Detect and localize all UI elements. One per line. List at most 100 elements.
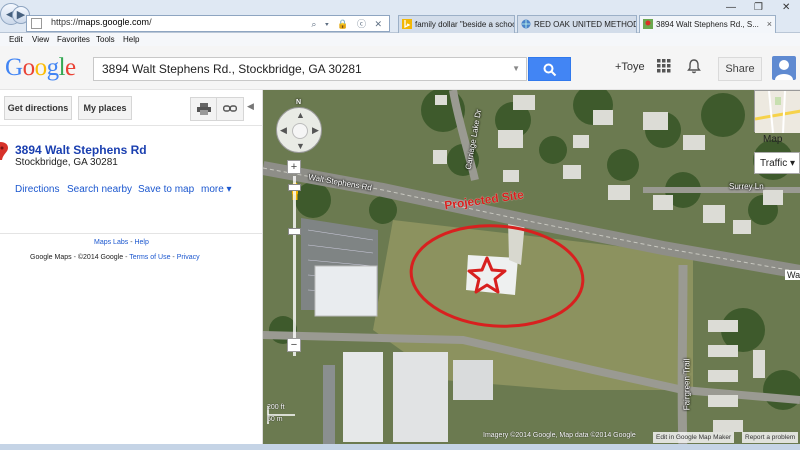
road-label-fairgreen-trail: Fairgreen Trail	[682, 358, 692, 411]
url-text[interactable]: https://maps.google.com/	[51, 17, 152, 27]
zoom-slider-track[interactable]	[288, 176, 301, 356]
maps-labs-link[interactable]: Maps Labs	[94, 239, 128, 246]
scale-feet: 200 ft	[267, 404, 285, 411]
map-pin-icon	[0, 142, 8, 160]
logo-letter: g	[46, 54, 60, 81]
traffic-dropdown[interactable]: Traffic ▾	[754, 152, 800, 174]
menu-view[interactable]: View	[32, 35, 49, 44]
search-button[interactable]	[528, 57, 571, 81]
satellite-map[interactable]: Walt Stephens Rd Carriage Lake Dr Surrey…	[263, 90, 800, 450]
report-problem-link[interactable]: Report a problem	[742, 432, 799, 443]
footer-legal: Google Maps - ©2014 Google - Terms of Us…	[30, 254, 200, 261]
zoom-in-button[interactable]: +	[287, 160, 301, 174]
road-label-surrey-ln: Surrey Ln	[729, 182, 764, 191]
directions-link[interactable]: Directions	[15, 184, 59, 195]
address-bar[interactable]: https://maps.google.com/ ⌕ ▾ 🔒 ⓒ ✕	[26, 15, 390, 32]
search-nearby-link[interactable]: Search nearby	[67, 184, 132, 195]
search-input[interactable]	[94, 58, 504, 80]
tab-google-maps[interactable]: 3894 Walt Stephens Rd., S... ×	[639, 15, 776, 33]
pan-down-icon[interactable]: ▼	[296, 141, 305, 151]
menu-edit[interactable]: Edit	[9, 35, 23, 44]
map-view-label[interactable]: Map	[763, 134, 782, 145]
bing-icon	[402, 19, 412, 29]
road-label-wa: Wa	[785, 270, 800, 280]
logo-letter: e	[65, 54, 76, 81]
zoom-tick	[288, 184, 301, 191]
apps-grid-icon[interactable]	[657, 59, 671, 73]
tab-label: 3894 Walt Stephens Rd., S...	[656, 20, 759, 29]
get-directions-button[interactable]: Get directions	[4, 96, 72, 120]
avatar[interactable]	[772, 56, 796, 80]
url-path: /	[149, 17, 152, 27]
scale-bar: 200 ft 50 m	[267, 404, 297, 426]
pan-up-icon[interactable]: ▲	[296, 110, 305, 120]
google-maps-text: Google Maps	[30, 254, 72, 261]
share-button[interactable]: Share	[718, 57, 762, 81]
collapse-panel-icon[interactable]: ◀	[247, 101, 254, 112]
forward-arrow-icon: ▶	[16, 9, 26, 21]
map-view-thumbnail[interactable]	[754, 90, 800, 134]
menu-tools[interactable]: Tools	[96, 35, 115, 44]
user-silhouette-icon	[775, 60, 793, 80]
tab-label: RED OAK UNITED METHODI...	[534, 20, 637, 29]
url-scheme: https://	[51, 17, 79, 27]
pan-control[interactable]: N ▲ ▼ ◀ ▶	[276, 99, 322, 153]
divider	[0, 233, 262, 234]
satellite-imagery	[263, 90, 800, 450]
place-title[interactable]: 3894 Walt Stephens Rd	[15, 143, 147, 157]
google-logo[interactable]: Google	[5, 54, 76, 82]
map-type-control: Map Traffic ▾	[754, 90, 800, 178]
search-box[interactable]: ▼	[93, 57, 527, 81]
tab-label: family dollar "beside a schoo...	[415, 20, 515, 29]
imagery-attribution: Imagery ©2014 Google, Map data ©2014 Goo…	[483, 432, 636, 439]
google-header: Google ▼ +Toye Share	[0, 46, 800, 90]
logo-letter: G	[5, 54, 23, 81]
search-dropdown-icon[interactable]: ▼	[512, 64, 520, 73]
tab-red-oak[interactable]: RED OAK UNITED METHODI...	[517, 15, 637, 33]
help-link[interactable]: Help	[134, 239, 148, 246]
address-bar-icons[interactable]: ⌕ ▾ 🔒 ⓒ ✕	[311, 17, 385, 30]
terms-link[interactable]: Terms of Use	[129, 254, 170, 261]
privacy-link[interactable]: Privacy	[177, 254, 200, 261]
menu-help[interactable]: Help	[123, 35, 139, 44]
window-controls: — ❐ ✕	[714, 0, 800, 14]
browser-window: ◀ ▶ https://maps.google.com/ ⌕ ▾ 🔒 ⓒ ✕ f…	[0, 0, 800, 450]
url-host: maps.google.com	[78, 17, 150, 27]
left-panel: Get directions My places ◀ 3894 Walt Ste…	[0, 90, 263, 450]
place-address: Stockbridge, GA 30281	[15, 157, 118, 168]
pan-left-icon[interactable]: ◀	[280, 125, 287, 136]
zoom-slider-handle[interactable]	[288, 228, 301, 235]
taskbar	[0, 444, 800, 450]
copyright-text: ©2014 Google	[77, 254, 124, 261]
my-places-button[interactable]: My places	[78, 96, 132, 120]
link-icon	[222, 105, 238, 112]
search-icon	[543, 63, 556, 77]
menu-bar: Edit View Favorites Tools Help	[0, 33, 800, 46]
more-link[interactable]: more ▾	[201, 184, 232, 195]
pan-center[interactable]	[292, 123, 308, 139]
google-maps-icon	[643, 19, 653, 29]
logo-letter: o	[34, 54, 48, 81]
print-button[interactable]	[190, 97, 218, 121]
site-favicon-icon	[31, 18, 42, 29]
menu-favorites[interactable]: Favorites	[57, 35, 90, 44]
link-button[interactable]	[216, 97, 244, 121]
map-thumbnail-icon	[754, 90, 800, 134]
north-indicator: N	[296, 99, 302, 106]
edit-in-map-maker-link[interactable]: Edit in Google Map Maker	[653, 432, 735, 443]
close-window-icon[interactable]: ✕	[782, 2, 790, 13]
footer-links: Maps Labs - Help	[94, 239, 149, 246]
print-icon	[197, 103, 211, 115]
user-profile-link[interactable]: +Toye	[615, 61, 645, 73]
save-to-map-link[interactable]: Save to map	[138, 184, 194, 195]
divider	[0, 125, 262, 126]
browser-toolbar: ◀ ▶ https://maps.google.com/ ⌕ ▾ 🔒 ⓒ ✕ f…	[0, 0, 800, 33]
notifications-bell-icon[interactable]	[686, 58, 702, 74]
maximize-icon[interactable]: ❐	[754, 2, 763, 13]
tab-close-icon[interactable]: ×	[767, 19, 772, 29]
minimize-icon[interactable]: —	[726, 2, 736, 13]
zoom-out-button[interactable]: −	[287, 338, 301, 352]
tab-family-dollar[interactable]: family dollar "beside a schoo...	[398, 15, 515, 33]
scale-meters: 50 m	[267, 416, 283, 423]
pan-right-icon[interactable]: ▶	[312, 125, 319, 136]
